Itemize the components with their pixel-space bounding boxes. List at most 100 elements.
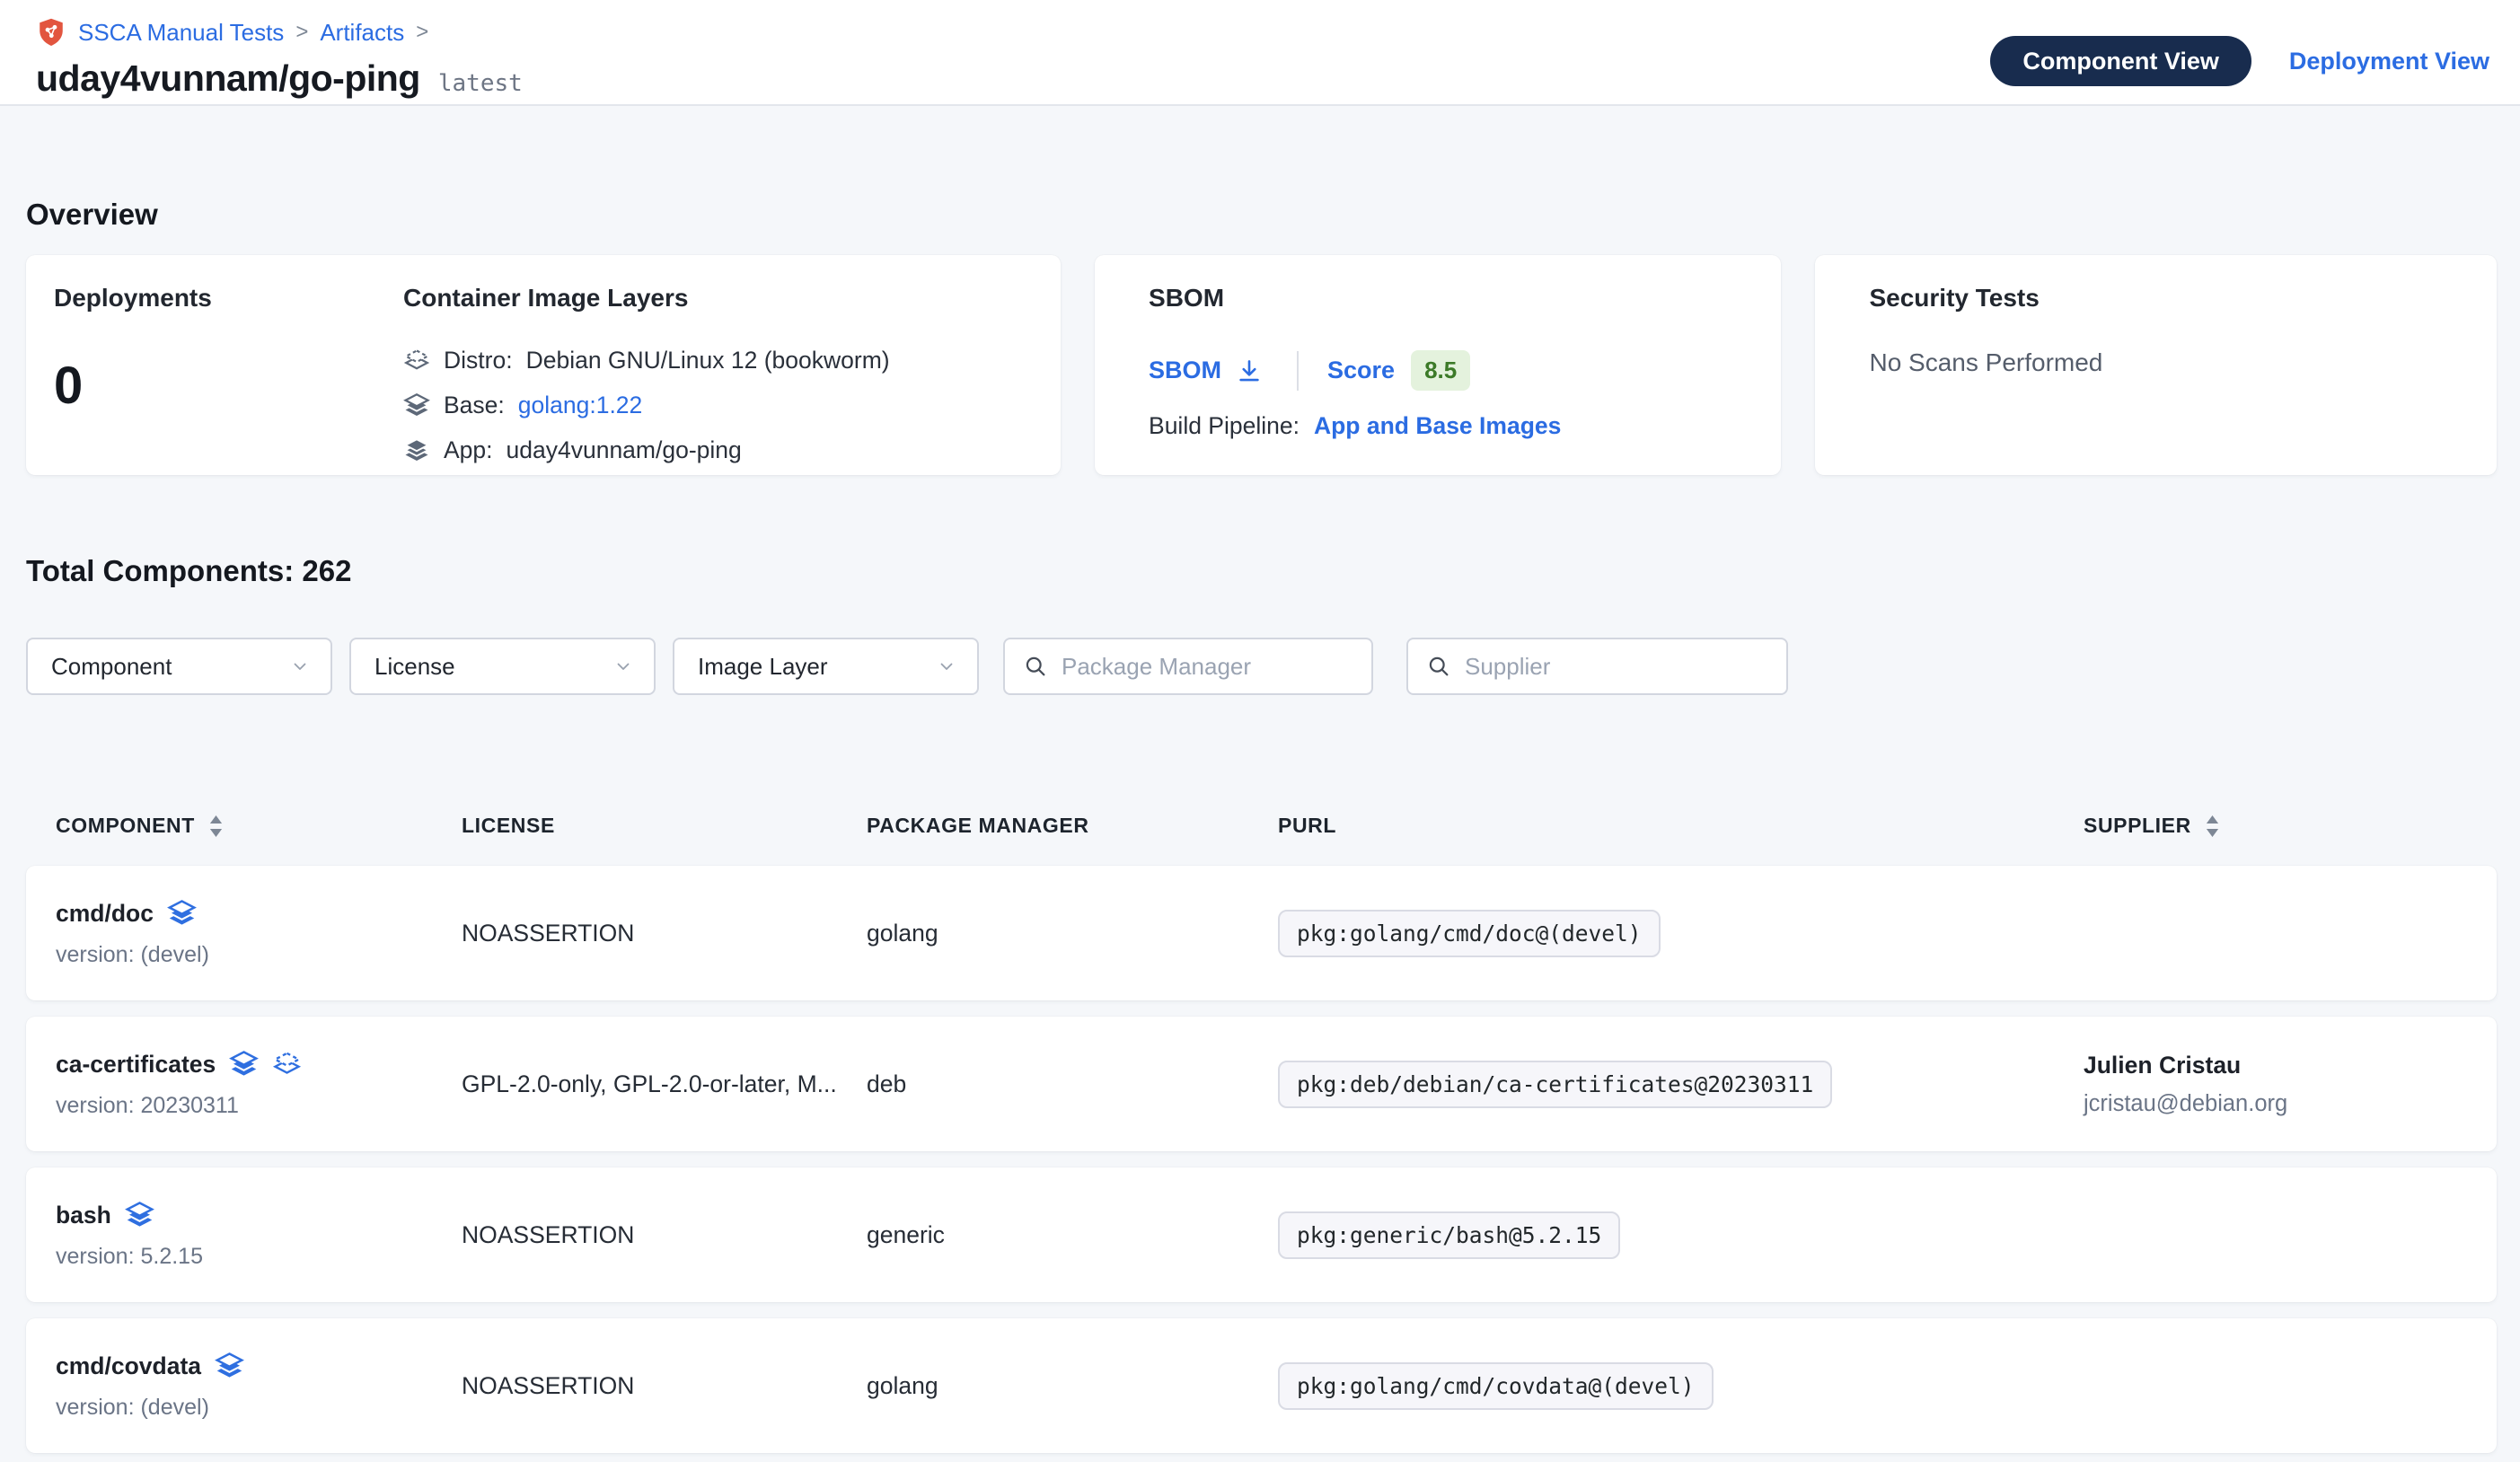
image-layer-item: Base: golang:1.22: [403, 392, 890, 419]
package-manager-cell: deb: [867, 1070, 1278, 1098]
purl-chip[interactable]: pkg:deb/debian/ca-certificates@20230311: [1278, 1061, 1832, 1108]
supplier-name: Julien Cristau: [2084, 1052, 2467, 1079]
base-layer-icon: [229, 1050, 259, 1079]
page-header: SSCA Manual Tests > Artifacts > uday4vun…: [0, 0, 2520, 106]
component-name: cmd/covdata: [56, 1352, 201, 1380]
breadcrumb-separator: >: [295, 20, 308, 45]
license-cell: NOASSERTION: [462, 1221, 867, 1249]
purl-cell: pkg:generic/bash@5.2.15: [1278, 1211, 2084, 1259]
chevron-down-icon: [289, 656, 311, 677]
license-cell: NOASSERTION: [462, 1372, 867, 1400]
component-version: version: (devel): [56, 1395, 462, 1421]
search-input-package-manager[interactable]: [1062, 653, 1362, 681]
component-version: version: 5.2.15: [56, 1244, 462, 1270]
column-label: LICENSE: [462, 814, 555, 838]
deployments-count: 0: [54, 356, 403, 416]
breadcrumb: SSCA Manual Tests > Artifacts >: [36, 14, 523, 50]
column-header-package-manager: PACKAGE MANAGER: [867, 814, 1278, 838]
component-version: version: (devel): [56, 942, 462, 968]
chevron-down-icon: [936, 656, 957, 677]
security-tests-card: Security Tests No Scans Performed: [1815, 255, 2497, 475]
deployments-and-layers-card: Deployments 0 Container Image Layers Dis…: [26, 255, 1061, 475]
purl-chip[interactable]: pkg:golang/cmd/doc@(devel): [1278, 910, 1661, 957]
purl-chip[interactable]: pkg:generic/bash@5.2.15: [1278, 1211, 1620, 1259]
base-layer-icon: [215, 1352, 244, 1381]
deployment-view-button[interactable]: Deployment View: [2289, 48, 2489, 75]
download-icon[interactable]: [1236, 357, 1263, 384]
component-cell: cmd/covdata version: (devel): [56, 1352, 462, 1421]
security-tests-status: No Scans Performed: [1869, 348, 2463, 377]
layer-label: Base:: [444, 392, 505, 419]
base-layer-icon: [167, 899, 197, 929]
component-name: cmd/doc: [56, 900, 154, 928]
search-box-supplier: [1406, 638, 1788, 695]
breadcrumb-link-project[interactable]: SSCA Manual Tests: [78, 19, 284, 47]
component-version: version: 20230311: [56, 1093, 462, 1119]
column-header-component[interactable]: COMPONENT: [56, 814, 462, 838]
license-cell: GPL-2.0-only, GPL-2.0-or-later, M...: [462, 1070, 867, 1098]
filter-dropdown-image-layer[interactable]: Image Layer: [673, 638, 979, 695]
column-header-supplier[interactable]: SUPPLIER: [2084, 814, 2467, 838]
image-layer-item: App: uday4vunnam/go-ping: [403, 436, 890, 464]
search-icon: [1426, 654, 1451, 679]
dropdown-label: License: [374, 653, 455, 681]
filters-bar: Component License Image Layer: [26, 638, 2497, 695]
layer-value: uday4vunnam/go-ping: [507, 436, 742, 464]
license-cell: NOASSERTION: [462, 920, 867, 947]
image-layers-panel: Container Image Layers Distro:Debian GNU…: [403, 284, 890, 446]
package-manager-cell: golang: [867, 920, 1278, 947]
table-row[interactable]: cmd/doc version: (devel) NOASSERTION gol…: [26, 866, 2497, 1000]
breadcrumb-link-artifacts[interactable]: Artifacts: [320, 19, 404, 47]
column-label: COMPONENT: [56, 814, 195, 838]
search-input-supplier[interactable]: [1465, 653, 1768, 681]
base-layer-icon: [403, 392, 430, 419]
main-content: Overview Deployments 0 Container Image L…: [0, 198, 2520, 1453]
sort-icon[interactable]: [2206, 815, 2219, 837]
layer-label: App:: [444, 436, 493, 464]
search-icon: [1023, 654, 1048, 679]
header-left: SSCA Manual Tests > Artifacts > uday4vun…: [36, 14, 523, 104]
sbom-download-link[interactable]: SBOM: [1149, 357, 1263, 384]
overview-cards: Deployments 0 Container Image Layers Dis…: [26, 255, 2497, 475]
sbom-card-title: SBOM: [1149, 284, 1747, 313]
vertical-divider: [1297, 351, 1299, 391]
package-manager-cell: generic: [867, 1221, 1278, 1249]
search-box-package-manager: [1003, 638, 1373, 695]
build-pipeline-link[interactable]: App and Base Images: [1314, 412, 1561, 440]
column-label: PACKAGE MANAGER: [867, 814, 1089, 838]
purl-chip[interactable]: pkg:golang/cmd/covdata@(devel): [1278, 1362, 1714, 1410]
page-title: uday4vunnam/go-ping: [36, 57, 420, 100]
component-cell: bash version: 5.2.15: [56, 1201, 462, 1270]
component-cell: ca-certificates version: 20230311: [56, 1050, 462, 1119]
breadcrumb-separator: >: [416, 20, 428, 45]
view-toggle: Component View Deployment View: [1990, 36, 2489, 86]
table-row[interactable]: cmd/covdata version: (devel) NOASSERTION…: [26, 1318, 2497, 1453]
artifact-tag: latest: [438, 70, 523, 97]
filter-dropdown-license[interactable]: License: [349, 638, 656, 695]
overview-heading: Overview: [26, 198, 2497, 232]
build-pipeline-row: Build Pipeline: App and Base Images: [1149, 412, 1747, 440]
component-name: ca-certificates: [56, 1051, 216, 1079]
app-layer-icon: [403, 437, 430, 464]
layer-label: Distro:: [444, 347, 513, 374]
deployments-title: Deployments: [54, 284, 403, 313]
chevron-down-icon: [612, 656, 634, 677]
sbom-score-label[interactable]: Score: [1327, 357, 1395, 384]
sbom-download-label: SBOM: [1149, 357, 1221, 384]
component-view-button[interactable]: Component View: [1990, 36, 2251, 86]
sbom-actions-row: SBOM Score 8.5: [1149, 350, 1747, 391]
table-row[interactable]: bash version: 5.2.15 NOASSERTION generic…: [26, 1167, 2497, 1302]
components-table: COMPONENT LICENSEPACKAGE MANAGERPURLSUPP…: [26, 802, 2497, 1453]
sort-icon[interactable]: [209, 815, 223, 837]
purl-cell: pkg:deb/debian/ca-certificates@20230311: [1278, 1061, 2084, 1108]
component-name: bash: [56, 1202, 111, 1229]
base-layer-icon: [125, 1201, 154, 1230]
filter-dropdown-component[interactable]: Component: [26, 638, 332, 695]
table-row[interactable]: ca-certificates version: 20230311 GPL-2.…: [26, 1017, 2497, 1151]
ssca-shield-icon: [36, 16, 66, 48]
build-pipeline-label: Build Pipeline:: [1149, 412, 1300, 440]
layer-value-link[interactable]: golang:1.22: [518, 392, 643, 419]
layer-value: Debian GNU/Linux 12 (bookworm): [526, 347, 890, 374]
distro-layer-icon: [403, 348, 430, 374]
dropdown-label: Component: [51, 653, 172, 681]
